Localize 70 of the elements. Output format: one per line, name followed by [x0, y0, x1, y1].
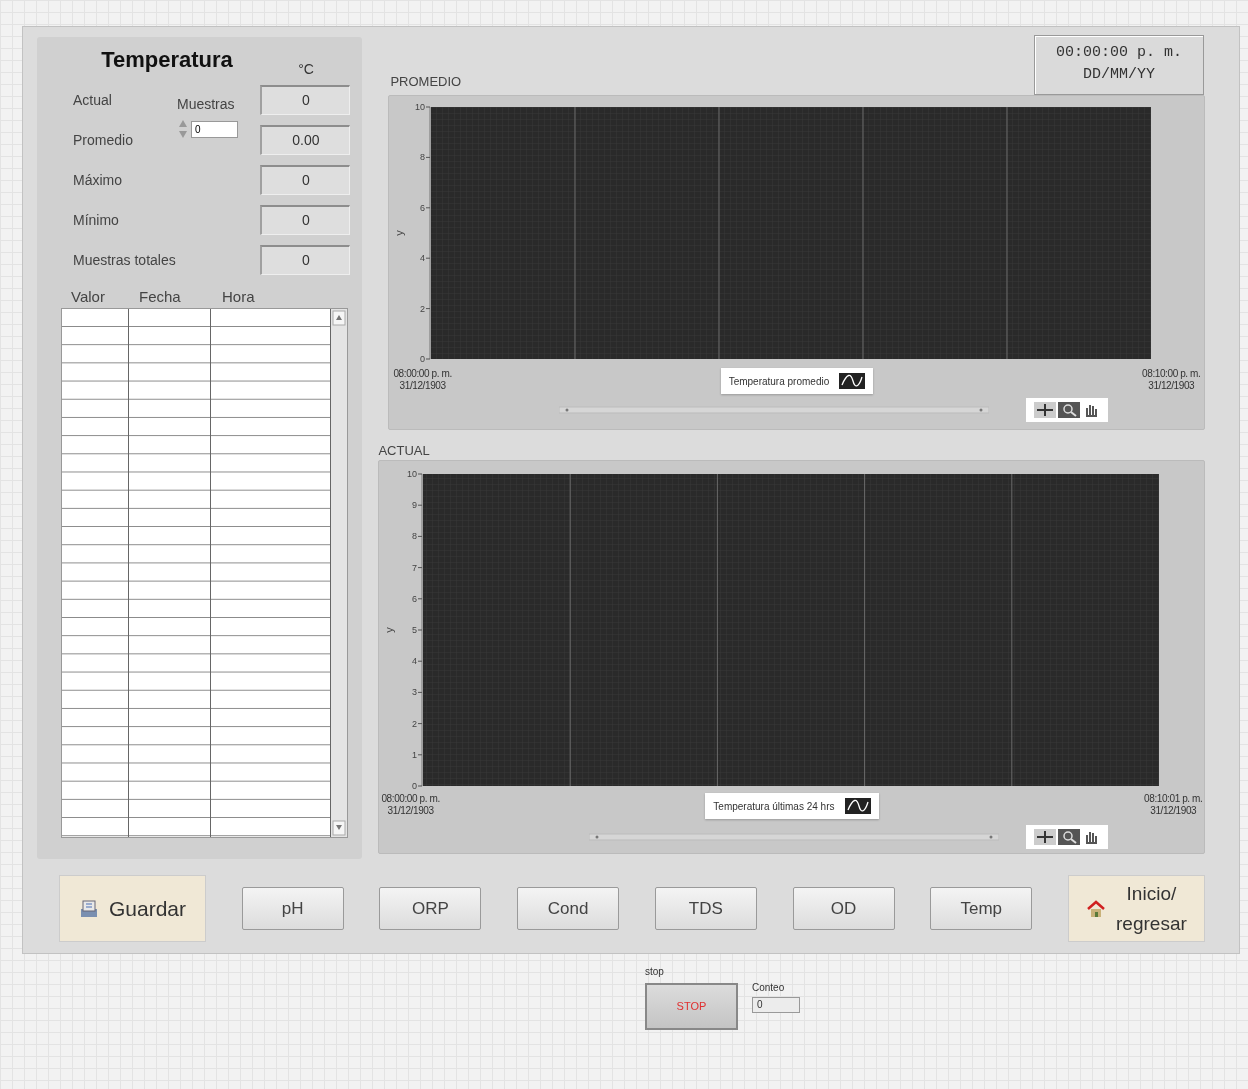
- tick-label: 4: [412, 656, 418, 667]
- tick-label: 08:10:00 p. m. 31/12/1903: [1142, 368, 1201, 392]
- tick-label: 6: [412, 593, 418, 604]
- samples-label: Muestras: [177, 95, 235, 114]
- readout-value: 0: [260, 205, 351, 235]
- unit-label: °C: [298, 61, 314, 77]
- home-button[interactable]: Inicio/ regresar: [1067, 875, 1205, 942]
- tick-label: 8: [412, 531, 418, 542]
- legend[interactable]: Temperatura promedio: [720, 368, 874, 394]
- line-style-icon: [839, 373, 866, 389]
- save-button[interactable]: Guardar: [59, 875, 206, 942]
- tick-label: 3: [412, 687, 418, 698]
- date-text: DD/MM/YY: [1082, 65, 1156, 85]
- nav-button[interactable]: ORP: [379, 887, 482, 930]
- nav-button[interactable]: OD: [792, 887, 895, 930]
- save-icon: [78, 898, 99, 919]
- readout-value: 0.00: [260, 125, 351, 155]
- crosshair-icon[interactable]: [1034, 402, 1057, 418]
- crosshair-icon[interactable]: [1034, 829, 1057, 845]
- horizontal-scrollbar[interactable]: [589, 832, 1000, 842]
- home-icon: [1086, 898, 1107, 919]
- readout-value: 0: [260, 245, 351, 275]
- panel-title: Temperatura: [100, 46, 234, 74]
- tick-label: 08:10:01 p. m. 31/12/1903: [1144, 793, 1203, 817]
- tick-label: 08:00:00 p. m. 31/12/1903: [381, 793, 440, 817]
- zoom-icon[interactable]: [1058, 829, 1081, 845]
- readout-value: 0: [260, 165, 351, 195]
- counter-label: Conteo: [752, 981, 786, 995]
- axis-label: y: [383, 627, 396, 633]
- tick-label: 2: [412, 718, 418, 729]
- chart-title: ACTUAL: [378, 443, 430, 458]
- legend[interactable]: Temperatura últimas 24 hrs: [705, 793, 879, 819]
- readout-label: Muestras totales: [73, 250, 176, 270]
- tick-label: 5: [412, 625, 418, 635]
- tick-label: 1: [412, 749, 418, 760]
- nav-button[interactable]: Cond: [517, 887, 620, 930]
- tick-label: 8: [420, 152, 426, 163]
- tick-label: 7: [412, 562, 418, 573]
- nav-button[interactable]: pH: [241, 887, 344, 930]
- line-style-icon: [844, 798, 871, 814]
- tick-label: 10: [407, 469, 418, 479]
- column-header: Hora: [222, 288, 255, 305]
- tick-label: 2: [420, 303, 426, 314]
- samples-field[interactable]: 0: [191, 121, 238, 138]
- tick-label: 6: [420, 202, 426, 213]
- column-header: Valor: [71, 288, 105, 305]
- horizontal-scrollbar[interactable]: [559, 405, 990, 415]
- readout-value: 0: [260, 85, 351, 115]
- tick-label: 0: [412, 781, 418, 791]
- tick-label: 08:00:00 p. m. 31/12/1903: [393, 368, 452, 392]
- column-header: Fecha: [139, 288, 181, 305]
- nav-button[interactable]: TDS: [654, 887, 757, 930]
- tick-label: 9: [412, 500, 418, 511]
- readout-label: Promedio: [73, 130, 133, 150]
- vertical-scrollbar[interactable]: [331, 309, 347, 837]
- tick-label: 10: [415, 102, 426, 112]
- counter-field: 0: [752, 997, 800, 1013]
- nav-button[interactable]: Temp: [930, 887, 1033, 930]
- readout-label: Máximo: [73, 170, 122, 190]
- time-text: 00:00:00 p. m.: [1055, 43, 1183, 63]
- tick-label: 4: [420, 253, 426, 264]
- chart-title: PROMEDIO: [390, 74, 462, 89]
- tick-label: 0: [420, 354, 426, 364]
- stop-label: stop: [645, 965, 665, 979]
- readout-label: Mínimo: [73, 210, 119, 230]
- legend-label: Temperatura últimas 24 hrs: [713, 799, 835, 814]
- axis-label: y: [393, 230, 406, 236]
- legend-label: Temperatura promedio: [728, 374, 830, 389]
- readout-label: Actual: [73, 90, 112, 110]
- zoom-icon[interactable]: [1058, 402, 1081, 418]
